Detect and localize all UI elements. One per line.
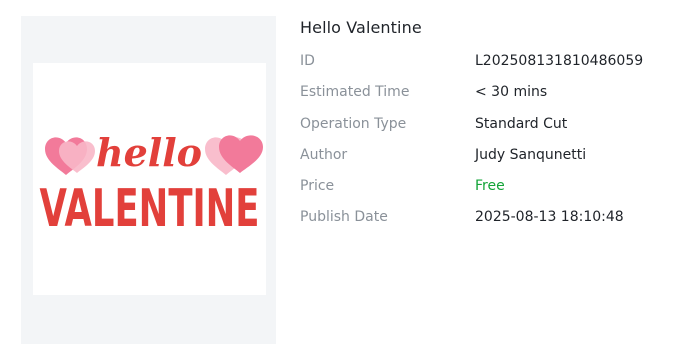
design-preview-panel: hello VALENTINE [21,16,276,344]
design-detail-view: hello VALENTINE Hello Valentine ID L2025… [0,0,690,357]
author-value[interactable]: Judy Sanqunetti [475,140,586,171]
detail-row-publish-date: Publish Date 2025-08-13 18:10:48 [300,202,680,233]
detail-row-operation-type: Operation Type Standard Cut [300,109,680,140]
design-preview-image[interactable]: hello VALENTINE [33,63,266,295]
publish-date-label: Publish Date [300,209,388,226]
id-value: L202508131810486059 [475,53,644,69]
detail-row-author: Author Judy Sanqunetti [300,140,680,171]
design-title: Hello Valentine [300,18,422,37]
publish-date-value: 2025-08-13 18:10:48 [475,209,624,226]
operation-type-label: Operation Type [300,115,407,132]
left-hearts-icon [45,137,95,175]
author-label: Author [300,146,348,163]
detail-row-price: Price Free [300,171,680,202]
design-details: Hello Valentine ID L202508131810486059 E… [300,14,680,234]
estimated-time-value: < 30 mins [475,84,548,101]
artwork-script-word: hello [96,130,202,175]
artwork-block-word: VALENTINE [40,179,260,239]
estimated-time-label: Estimated Time [300,84,410,101]
detail-row-estimated-time: Estimated Time < 30 mins [300,77,680,108]
id-label: ID [300,53,315,69]
price-value: Free [475,178,505,195]
hello-valentine-artwork: hello VALENTINE [40,130,263,239]
right-hearts-icon [205,135,263,175]
price-label: Price [300,178,335,195]
operation-type-value: Standard Cut [475,115,568,132]
detail-row-id: ID L202508131810486059 [300,46,680,77]
